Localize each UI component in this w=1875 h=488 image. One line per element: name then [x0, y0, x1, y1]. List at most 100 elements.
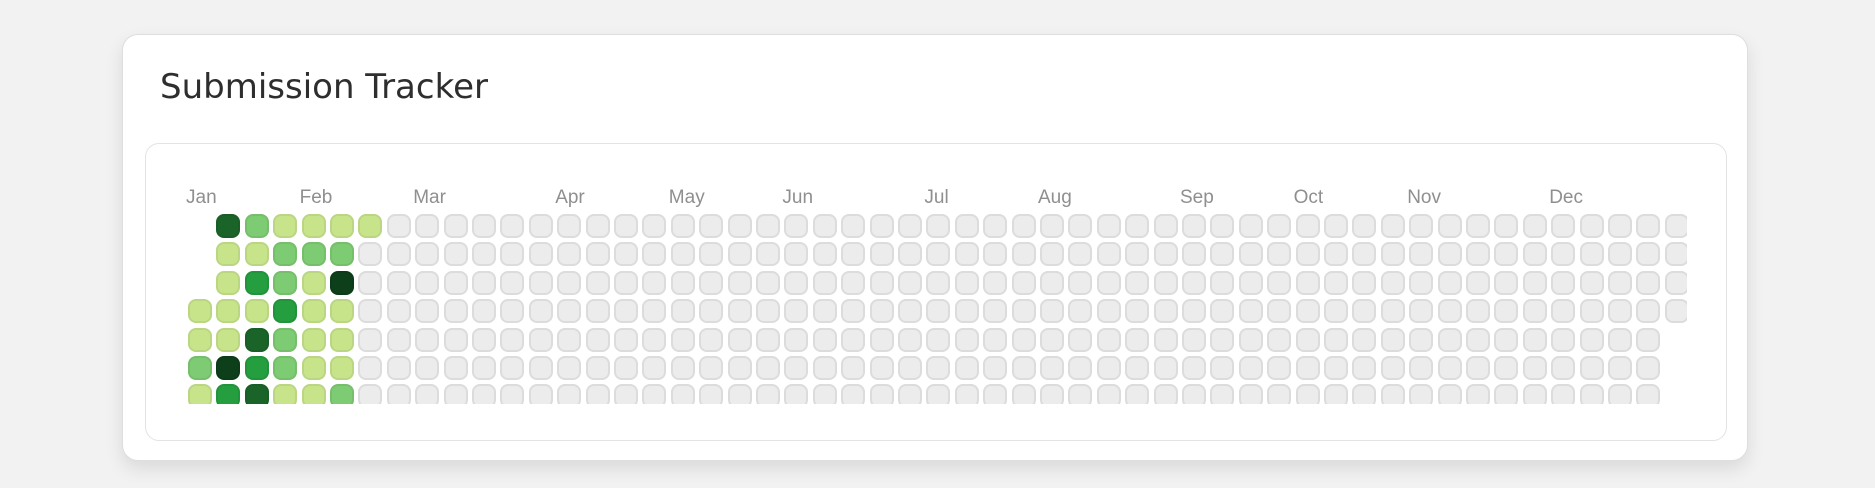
heatmap-viewport[interactable]: Jan Feb Mar Apr May Jun Jul Aug Sep Oct Nov Dec: [146, 144, 1687, 404]
day-cell[interactable]: [1295, 299, 1320, 324]
day-cell[interactable]: [244, 384, 269, 404]
day-cell[interactable]: [898, 270, 922, 295]
day-cell[interactable]: [784, 356, 809, 380]
day-cell[interactable]: [1437, 384, 1462, 404]
day-cell[interactable]: [443, 327, 468, 352]
day-cell[interactable]: [1522, 270, 1547, 295]
day-cell[interactable]: [500, 270, 525, 295]
day-cell[interactable]: [1409, 242, 1434, 267]
day-cell[interactable]: [1295, 356, 1320, 380]
day-cell[interactable]: [1380, 242, 1405, 267]
day-cell[interactable]: [1324, 270, 1348, 295]
day-cell[interactable]: [670, 356, 695, 380]
day-cell[interactable]: [1011, 356, 1036, 380]
day-cell[interactable]: [869, 327, 894, 352]
day-cell[interactable]: [727, 299, 752, 324]
day-cell[interactable]: [1494, 356, 1519, 380]
day-cell[interactable]: [1494, 270, 1519, 295]
day-cell[interactable]: [898, 214, 922, 238]
day-cell[interactable]: [1153, 299, 1178, 324]
day-cell[interactable]: [841, 270, 866, 295]
day-cell[interactable]: [614, 356, 638, 380]
day-cell[interactable]: [727, 384, 752, 404]
day-cell[interactable]: [614, 242, 638, 267]
day-cell[interactable]: [670, 242, 695, 267]
day-cell[interactable]: [585, 214, 610, 238]
day-cell[interactable]: [443, 384, 468, 404]
day-cell[interactable]: [1040, 270, 1064, 295]
day-cell[interactable]: [386, 384, 411, 404]
day-cell[interactable]: [1210, 214, 1235, 238]
day-cell[interactable]: [642, 214, 667, 238]
day-cell[interactable]: [1096, 384, 1121, 404]
day-cell[interactable]: [301, 356, 326, 380]
day-cell[interactable]: [472, 242, 496, 267]
day-cell[interactable]: [528, 327, 553, 352]
day-cell[interactable]: [1011, 327, 1036, 352]
day-cell[interactable]: [1437, 270, 1462, 295]
day-cell[interactable]: [1437, 299, 1462, 324]
day-cell[interactable]: [358, 356, 383, 380]
day-cell[interactable]: [472, 327, 496, 352]
day-cell[interactable]: [1153, 327, 1178, 352]
day-cell[interactable]: [841, 384, 866, 404]
day-cell[interactable]: [1295, 270, 1320, 295]
day-cell[interactable]: [1068, 356, 1093, 380]
day-cell[interactable]: [699, 327, 724, 352]
day-cell[interactable]: [1466, 327, 1490, 352]
day-cell[interactable]: [216, 214, 241, 238]
day-cell[interactable]: [1437, 327, 1462, 352]
day-cell[interactable]: [1380, 214, 1405, 238]
day-cell[interactable]: [642, 384, 667, 404]
day-cell[interactable]: [500, 327, 525, 352]
day-cell[interactable]: [188, 384, 212, 404]
day-cell[interactable]: [415, 356, 440, 380]
day-cell[interactable]: [812, 327, 837, 352]
day-cell[interactable]: [756, 214, 780, 238]
day-cell[interactable]: [1522, 356, 1547, 380]
day-cell[interactable]: [1664, 299, 1687, 324]
day-cell[interactable]: [1409, 356, 1434, 380]
day-cell[interactable]: [1238, 270, 1263, 295]
day-cell[interactable]: [330, 299, 354, 324]
day-cell[interactable]: [1494, 299, 1519, 324]
day-cell[interactable]: [415, 327, 440, 352]
day-cell[interactable]: [1352, 384, 1377, 404]
day-cell[interactable]: [443, 270, 468, 295]
day-cell[interactable]: [1636, 270, 1661, 295]
day-cell[interactable]: [1210, 384, 1235, 404]
day-cell[interactable]: [812, 384, 837, 404]
day-cell[interactable]: [358, 384, 383, 404]
day-cell[interactable]: [244, 242, 269, 267]
day-cell[interactable]: [727, 270, 752, 295]
day-cell[interactable]: [1579, 270, 1604, 295]
day-cell[interactable]: [1238, 242, 1263, 267]
day-cell[interactable]: [1466, 242, 1490, 267]
day-cell[interactable]: [1182, 327, 1206, 352]
day-cell[interactable]: [699, 384, 724, 404]
day-cell[interactable]: [1551, 214, 1576, 238]
day-cell[interactable]: [727, 214, 752, 238]
day-cell[interactable]: [273, 384, 298, 404]
day-cell[interactable]: [1324, 242, 1348, 267]
day-cell[interactable]: [983, 270, 1008, 295]
day-cell[interactable]: [1409, 327, 1434, 352]
day-cell[interactable]: [188, 356, 212, 380]
day-cell[interactable]: [528, 356, 553, 380]
day-cell[interactable]: [443, 356, 468, 380]
day-cell[interactable]: [1466, 299, 1490, 324]
day-cell[interactable]: [528, 384, 553, 404]
day-cell[interactable]: [1011, 214, 1036, 238]
day-cell[interactable]: [1551, 299, 1576, 324]
day-cell[interactable]: [727, 356, 752, 380]
day-cell[interactable]: [1494, 242, 1519, 267]
day-cell[interactable]: [841, 214, 866, 238]
day-cell[interactable]: [528, 270, 553, 295]
day-cell[interactable]: [699, 356, 724, 380]
day-cell[interactable]: [869, 384, 894, 404]
day-cell[interactable]: [386, 356, 411, 380]
day-cell[interactable]: [1636, 242, 1661, 267]
day-cell[interactable]: [926, 327, 951, 352]
day-cell[interactable]: [670, 299, 695, 324]
day-cell[interactable]: [1409, 214, 1434, 238]
